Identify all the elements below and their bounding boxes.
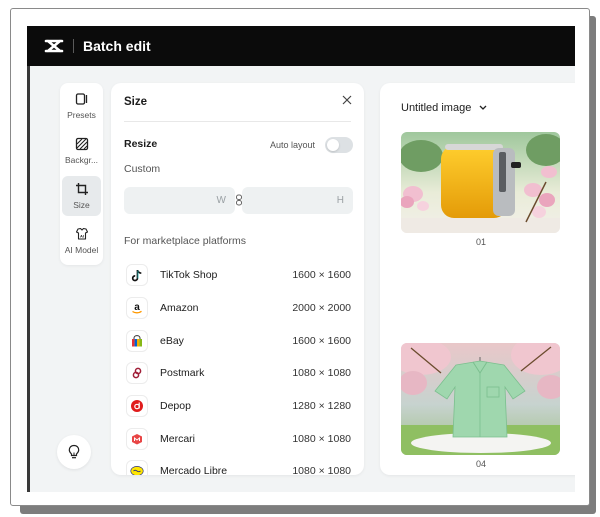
- close-icon: [342, 95, 352, 105]
- custom-label: Custom: [124, 163, 161, 175]
- platforms-label: For marketplace platforms: [124, 235, 246, 247]
- ai-model-icon: AI: [75, 227, 88, 240]
- platform-row-postmark[interactable]: Postmark 1080 × 1080: [124, 357, 351, 390]
- mercari-icon: [126, 427, 148, 450]
- platform-size: 1080 × 1080: [292, 432, 351, 445]
- ebay-icon: [126, 329, 148, 352]
- platform-list: TikTok Shop 1600 × 1600 a Amazon 2000 × …: [124, 259, 351, 475]
- depop-icon: [126, 395, 148, 418]
- panel-divider: [124, 121, 351, 122]
- platform-row-mercari[interactable]: Mercari 1080 × 1080: [124, 422, 351, 455]
- rail-item-presets[interactable]: Presets: [62, 86, 101, 126]
- svg-text:AI: AI: [80, 234, 84, 239]
- toggle-knob: [327, 139, 339, 151]
- rail-item-background[interactable]: Backgr...: [62, 131, 101, 171]
- amazon-icon: a: [126, 297, 148, 320]
- shirt-image: [401, 343, 560, 455]
- image-title-dropdown[interactable]: Untitled image: [401, 102, 487, 114]
- rail-item-size[interactable]: Size: [62, 176, 101, 216]
- auto-layout-label: Auto layout: [270, 140, 316, 150]
- background-icon: [75, 137, 88, 151]
- platform-size: 1080 × 1080: [292, 465, 351, 475]
- rail-item-ai-model[interactable]: AI AI Model: [62, 221, 101, 261]
- platform-name: Depop: [160, 400, 191, 413]
- chain-link-icon: [236, 194, 242, 206]
- platform-size: 2000 × 2000: [292, 302, 351, 315]
- capcut-logo-icon[interactable]: [43, 35, 65, 57]
- platform-name: TikTok Shop: [160, 269, 218, 282]
- platform-name: Amazon: [160, 302, 199, 315]
- mercado-libre-icon: [126, 460, 148, 475]
- width-input[interactable]: W: [124, 187, 235, 214]
- rail-label-background: Backgr...: [64, 155, 99, 165]
- svg-text:a: a: [134, 302, 140, 313]
- postmark-icon: [126, 362, 148, 385]
- auto-layout-toggle[interactable]: [325, 137, 353, 153]
- platform-name: Mercado Libre: [160, 465, 228, 475]
- rail-label-presets: Presets: [67, 110, 96, 120]
- presets-icon: [75, 93, 87, 105]
- image-workspace: Untitled image 01 04: [380, 83, 575, 475]
- title-divider: [73, 39, 74, 53]
- platform-row-tiktok[interactable]: TikTok Shop 1600 × 1600: [124, 259, 351, 292]
- height-input[interactable]: H: [242, 187, 353, 214]
- tips-button[interactable]: [57, 435, 91, 469]
- image-thumbnail[interactable]: [401, 343, 560, 455]
- image-number: 04: [475, 459, 486, 469]
- image-title: Untitled image: [401, 102, 472, 114]
- platform-size: 1600 × 1600: [292, 334, 351, 347]
- chevron-down-icon: [479, 105, 487, 110]
- window-edge: [27, 66, 30, 492]
- screenshot-frame: Batch edit Presets Backgr... Size AI AI …: [10, 8, 590, 506]
- image-thumbnail[interactable]: [401, 132, 560, 233]
- app-window: Batch edit Presets Backgr... Size AI AI …: [27, 26, 575, 492]
- app-title: Batch edit: [83, 38, 151, 54]
- platform-row-mercado-libre[interactable]: Mercado Libre 1080 × 1080: [124, 455, 351, 475]
- platform-name: Mercari: [160, 432, 196, 445]
- toaster-image: [401, 132, 560, 233]
- platform-name: eBay: [160, 334, 184, 347]
- platform-name: Postmark: [160, 367, 205, 380]
- tool-rail: Presets Backgr... Size AI AI Model: [60, 83, 103, 265]
- resize-label: Resize: [124, 138, 158, 150]
- size-panel: Size Resize Auto layout Custom W H For m…: [111, 83, 364, 475]
- platform-size: 1280 × 1280: [292, 400, 351, 413]
- platform-row-ebay[interactable]: eBay 1600 × 1600: [124, 324, 351, 357]
- platform-size: 1600 × 1600: [292, 269, 351, 282]
- tiktok-icon: [126, 264, 148, 287]
- top-bar: Batch edit: [27, 26, 575, 66]
- close-button[interactable]: [340, 93, 354, 107]
- lock-ratio-button[interactable]: [234, 193, 244, 207]
- rail-label-size: Size: [73, 200, 90, 210]
- platform-size: 1080 × 1080: [292, 367, 351, 380]
- platform-row-amazon[interactable]: a Amazon 2000 × 2000: [124, 292, 351, 325]
- rail-label-ai-model: AI Model: [64, 245, 99, 255]
- lightbulb-icon: [68, 444, 80, 459]
- crop-icon: [75, 183, 88, 195]
- platform-row-depop[interactable]: Depop 1280 × 1280: [124, 390, 351, 423]
- panel-title: Size: [124, 96, 148, 108]
- image-number: 01: [475, 237, 486, 247]
